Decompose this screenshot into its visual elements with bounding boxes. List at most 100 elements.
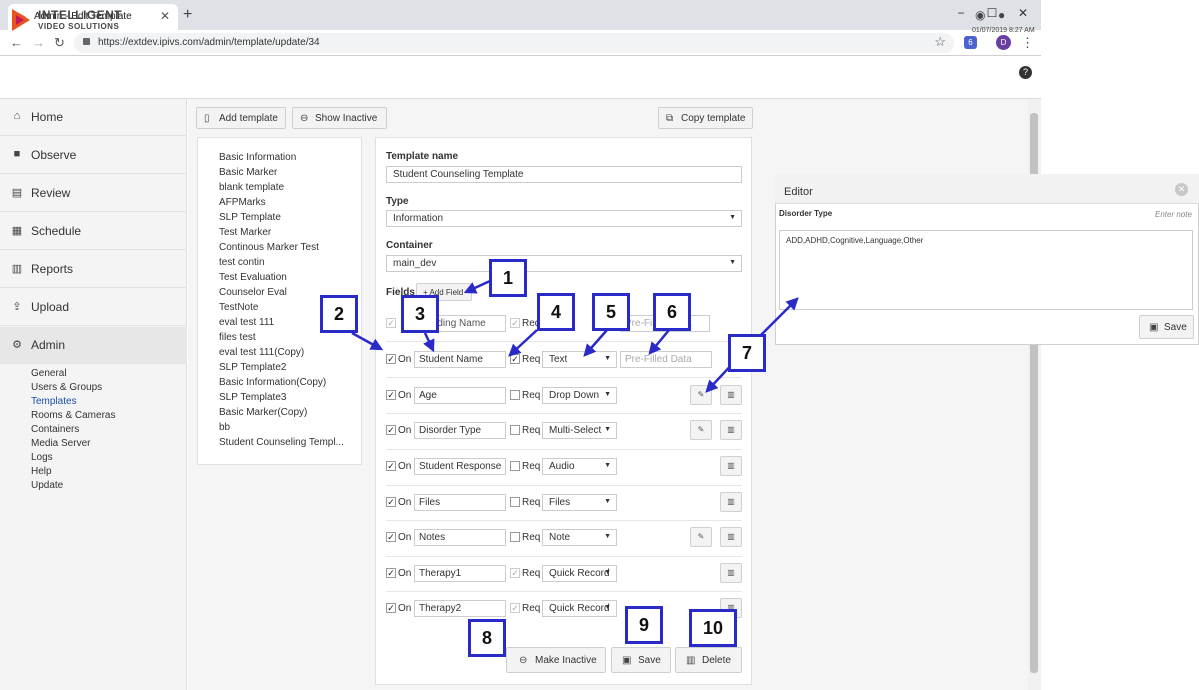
back-icon[interactable]: ← <box>10 35 23 50</box>
trash-icon[interactable]: ▥ <box>720 456 742 476</box>
admin-sub-help[interactable]: Help <box>31 466 52 477</box>
minimize-button[interactable]: − <box>946 3 976 23</box>
prefill-input[interactable]: Pre-Filled Data <box>620 351 712 368</box>
req-checkbox[interactable]: ✓ <box>510 603 520 613</box>
list-item[interactable]: Continous Marker Test <box>219 242 319 253</box>
type-select[interactable]: Information ▼ <box>386 210 742 227</box>
extension-icon[interactable]: 6 <box>964 36 977 49</box>
list-item[interactable]: Basic Marker <box>219 167 277 178</box>
edit-icon[interactable]: ✎ <box>690 385 712 405</box>
show-inactive-button[interactable]: ⊖ Show Inactive <box>292 107 387 129</box>
browser-menu-icon[interactable]: ⋮ <box>1021 35 1034 51</box>
field-type-select[interactable]: Files ▼ <box>542 494 617 511</box>
list-item[interactable]: eval test 111(Copy) <box>219 347 304 358</box>
field-name-input[interactable]: Therapy1 <box>414 565 506 582</box>
list-item[interactable]: Student Counseling Templ... <box>219 437 344 448</box>
req-checkbox[interactable] <box>510 425 520 435</box>
sidebar-item-observe[interactable]: ■ Observe <box>0 137 187 174</box>
field-name-input[interactable]: Age <box>414 387 506 404</box>
add-template-button[interactable]: ▯ Add template <box>196 107 286 129</box>
sidebar-item-review[interactable]: ▤ Review <box>0 175 187 212</box>
delete-button[interactable]: ▥ Delete <box>675 647 742 673</box>
req-checkbox[interactable]: ✓ <box>510 354 520 364</box>
list-item[interactable]: TestNote <box>219 302 258 313</box>
eye-icon[interactable]: ◉ <box>975 8 985 22</box>
admin-sub-containers[interactable]: Containers <box>31 424 79 435</box>
field-type-select[interactable]: Quick Record ▼ <box>542 600 617 617</box>
req-checkbox[interactable]: ✓ <box>510 568 520 578</box>
list-item[interactable]: SLP Template2 <box>219 362 286 373</box>
admin-sub-general[interactable]: General <box>31 368 67 379</box>
field-name-input[interactable]: Notes <box>414 529 506 546</box>
trash-icon[interactable]: ▥ <box>720 385 742 405</box>
field-type-select[interactable]: Drop Down ▼ <box>542 387 617 404</box>
forward-icon[interactable]: → <box>32 35 45 50</box>
container-select[interactable]: main_dev ▼ <box>386 255 742 272</box>
req-checkbox[interactable] <box>510 461 520 471</box>
sidebar-item-admin[interactable]: ⚙ Admin <box>0 327 187 364</box>
field-type-select[interactable]: Multi-Select ▼ <box>542 422 617 439</box>
copy-template-button[interactable]: ⧉ Copy template <box>658 107 753 129</box>
field-name-input[interactable]: Disorder Type <box>414 422 506 439</box>
list-item[interactable]: Test Marker <box>219 227 271 238</box>
on-checkbox[interactable]: ✓ <box>386 354 396 364</box>
field-name-input[interactable]: Student Response <box>414 458 506 475</box>
sidebar-item-home[interactable]: ⌂ Home <box>0 99 187 136</box>
list-item[interactable]: Counselor Eval <box>219 287 287 298</box>
admin-sub-media-server[interactable]: Media Server <box>31 438 90 449</box>
reload-icon[interactable]: ↻ <box>54 35 65 51</box>
field-name-input[interactable]: Student Name <box>414 351 506 368</box>
sidebar-item-schedule[interactable]: ▦ Schedule <box>0 213 187 250</box>
user-icon[interactable]: ● <box>998 8 1005 22</box>
trash-icon[interactable]: ▥ <box>720 492 742 512</box>
close-tab-icon[interactable]: ✕ <box>160 9 170 23</box>
admin-sub-update[interactable]: Update <box>31 480 63 491</box>
trash-icon[interactable]: ▥ <box>720 563 742 583</box>
save-button[interactable]: ▣ Save <box>611 647 671 673</box>
list-item[interactable]: SLP Template3 <box>219 392 286 403</box>
url-field[interactable]: https://extdev.ipivs.com/admin/template/… <box>74 33 954 53</box>
field-type-select[interactable]: Note ▼ <box>542 529 617 546</box>
admin-sub-templates[interactable]: Templates <box>31 396 77 407</box>
admin-sub-rooms-cameras[interactable]: Rooms & Cameras <box>31 410 115 421</box>
list-item[interactable]: test contin <box>219 257 265 268</box>
edit-icon[interactable]: ✎ <box>690 527 712 547</box>
req-checkbox[interactable] <box>510 390 520 400</box>
list-item[interactable]: eval test 111 <box>219 317 274 328</box>
on-checkbox[interactable]: ✓ <box>386 532 396 542</box>
sidebar-item-upload[interactable]: ⇪ Upload <box>0 289 187 326</box>
req-checkbox[interactable]: ✓ <box>510 318 520 328</box>
close-window-button[interactable]: ✕ <box>1008 3 1038 23</box>
field-name-input[interactable]: Files <box>414 494 506 511</box>
req-checkbox[interactable] <box>510 532 520 542</box>
new-tab-button[interactable]: + <box>183 6 192 24</box>
list-item[interactable]: SLP Template <box>219 212 281 223</box>
list-item[interactable]: Basic Information <box>219 152 296 163</box>
template-name-input[interactable]: Student Counseling Template <box>386 166 742 183</box>
list-item[interactable]: AFPMarks <box>219 197 266 208</box>
profile-avatar[interactable]: D <box>996 35 1011 50</box>
on-checkbox[interactable]: ✓ <box>386 603 396 613</box>
on-checkbox[interactable]: ✓ <box>386 497 396 507</box>
on-checkbox[interactable]: ✓ <box>386 318 396 328</box>
field-type-select[interactable]: Audio ▼ <box>542 458 617 475</box>
list-item[interactable]: Basic Information(Copy) <box>219 377 326 388</box>
close-icon[interactable]: ✕ <box>1175 183 1188 196</box>
on-checkbox[interactable]: ✓ <box>386 425 396 435</box>
list-item[interactable]: bb <box>219 422 230 433</box>
field-type-select[interactable]: Quick Record ▼ <box>542 565 617 582</box>
bookmark-star-icon[interactable]: ☆ <box>934 34 946 50</box>
on-checkbox[interactable]: ✓ <box>386 568 396 578</box>
edit-icon[interactable]: ✎ <box>690 420 712 440</box>
help-icon[interactable]: ? <box>1019 66 1032 79</box>
sidebar-item-reports[interactable]: ▥ Reports <box>0 251 187 288</box>
list-item[interactable]: blank template <box>219 182 284 193</box>
list-item[interactable]: Basic Marker(Copy) <box>219 407 307 418</box>
on-checkbox[interactable]: ✓ <box>386 390 396 400</box>
on-checkbox[interactable]: ✓ <box>386 461 396 471</box>
list-item[interactable]: files test <box>219 332 256 343</box>
trash-icon[interactable]: ▥ <box>720 420 742 440</box>
trash-icon[interactable]: ▥ <box>720 527 742 547</box>
make-inactive-button[interactable]: ⊖ Make Inactive <box>506 647 606 673</box>
admin-sub-users-groups[interactable]: Users & Groups <box>31 382 102 393</box>
